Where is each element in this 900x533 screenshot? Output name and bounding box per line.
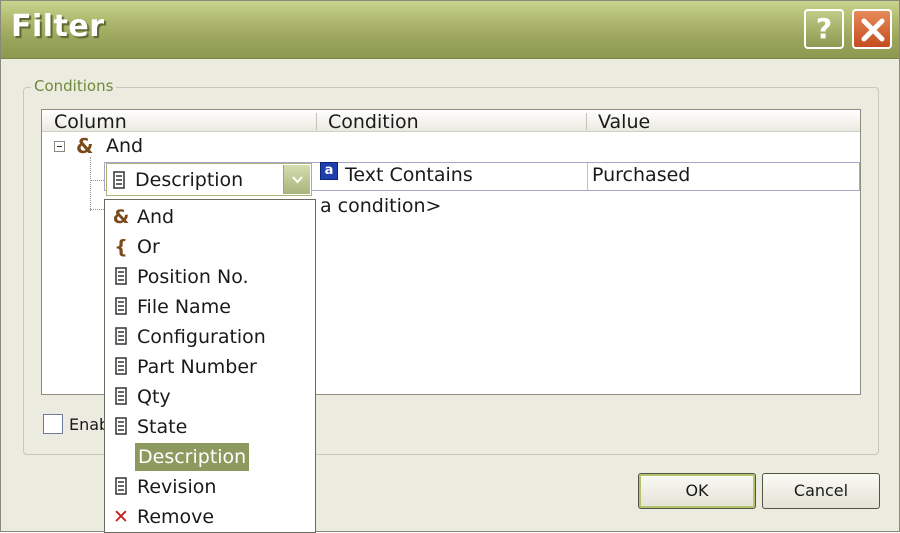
dropdown-item-label: Description [135,443,250,471]
collapse-toggle[interactable] [54,141,65,152]
column-icon [111,296,131,318]
chevron-down-icon [292,176,303,184]
column-combobox[interactable]: Description [106,163,312,196]
dropdown-item[interactable]: Part Number [105,352,315,382]
window-title: Filter [11,9,105,44]
column-icon [111,266,131,288]
column-icon [111,476,131,498]
combobox-value: Description [135,169,244,191]
tree-connector [90,157,91,211]
dropdown-item[interactable]: Qty [105,382,315,412]
dropdown-item[interactable]: Description [105,442,315,472]
dropdown-item-label: Remove [137,506,215,528]
dropdown-item[interactable]: & And [105,202,315,232]
dropdown-item-label: Or [137,236,160,258]
text-type-icon: a [320,162,338,180]
title-bar[interactable]: Filter ? [1,1,899,59]
enable-checkbox[interactable] [43,414,63,434]
remove-icon: ✕ [113,506,129,528]
dropdown-item[interactable]: ✕ Remove [105,502,315,532]
tree-connector [90,180,104,181]
add-condition-placeholder[interactable]: a condition> [320,195,441,217]
close-button[interactable] [852,9,892,49]
or-icon: { [114,236,128,258]
conditions-group-label: Conditions [31,77,117,95]
dropdown-item-label: Position No. [137,266,249,288]
column-icon [111,386,131,408]
column-header-value[interactable]: Value [586,110,856,133]
and-icon: & [76,134,94,158]
and-icon: & [112,206,130,228]
dropdown-item-label: And [137,206,175,228]
dropdown-item-label: Part Number [137,356,257,378]
dropdown-item-label: Revision [137,476,217,498]
close-icon [861,18,885,42]
dropdown-item-label: Qty [137,386,171,408]
column-header-condition[interactable]: Condition [316,110,586,133]
column-icon [111,326,131,348]
combobox-dropdown-button[interactable] [283,165,310,194]
dropdown-item-label: File Name [137,296,231,318]
dropdown-item[interactable]: File Name [105,292,315,322]
dropdown-item-label: State [137,416,188,438]
condition-value[interactable]: Purchased [592,164,690,186]
column-header-column[interactable]: Column [42,110,328,133]
grid-header: Column Condition Value [42,110,860,133]
dropdown-item[interactable]: Configuration [105,322,315,352]
dropdown-item[interactable]: Position No. [105,262,315,292]
help-button[interactable]: ? [804,9,844,49]
cancel-button[interactable]: Cancel [762,473,880,509]
help-icon: ? [815,12,833,45]
filter-dialog: Filter ? Conditions Column Condition Val… [0,0,900,533]
dropdown-item[interactable]: State [105,412,315,442]
column-icon [111,356,131,378]
cell-divider [587,163,588,190]
tree-connector [90,209,104,210]
root-group-label[interactable]: And [106,135,143,157]
dropdown-item[interactable]: { Or [105,232,315,262]
ok-button[interactable]: OK [638,473,756,509]
dropdown-item[interactable]: Revision [105,472,315,502]
condition-operator[interactable]: Text Contains [345,164,473,186]
dropdown-item-label: Configuration [137,326,266,348]
column-icon [111,416,131,438]
column-icon [113,171,125,189]
column-dropdown-list[interactable]: & And { Or Position No. File Name Configuratio… [104,199,316,533]
